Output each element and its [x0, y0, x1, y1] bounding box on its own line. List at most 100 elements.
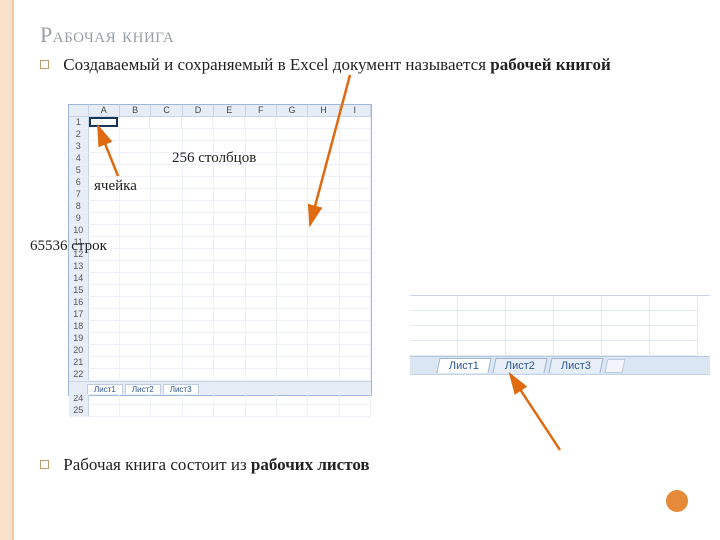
cell[interactable]	[277, 249, 308, 261]
cell[interactable]	[308, 129, 339, 141]
cell[interactable]	[183, 345, 214, 357]
cell[interactable]	[308, 237, 339, 249]
cell[interactable]	[277, 177, 308, 189]
cell[interactable]	[246, 261, 277, 273]
row-header[interactable]: 10	[69, 225, 89, 237]
cell[interactable]	[214, 285, 245, 297]
cell[interactable]	[151, 333, 182, 345]
cell[interactable]	[151, 213, 182, 225]
cell[interactable]	[340, 213, 371, 225]
cell[interactable]	[214, 213, 245, 225]
cell[interactable]	[183, 213, 214, 225]
cell[interactable]	[89, 321, 120, 333]
cell[interactable]	[89, 153, 120, 165]
cell[interactable]	[89, 369, 120, 381]
cell[interactable]	[89, 225, 120, 237]
cell[interactable]	[340, 177, 371, 189]
cell[interactable]	[151, 345, 182, 357]
cell[interactable]	[120, 249, 151, 261]
cell[interactable]	[340, 249, 371, 261]
cell[interactable]	[277, 285, 308, 297]
cell[interactable]	[277, 309, 308, 321]
sheet-tab[interactable]: Лист1	[87, 384, 123, 394]
cell[interactable]	[214, 249, 245, 261]
sheet-tab[interactable]: Лист1	[436, 358, 491, 373]
cell[interactable]	[214, 309, 245, 321]
cell[interactable]	[183, 225, 214, 237]
cell[interactable]	[214, 333, 245, 345]
cell[interactable]	[120, 153, 151, 165]
cell[interactable]	[340, 333, 371, 345]
cell[interactable]	[246, 321, 277, 333]
row-header[interactable]: 6	[69, 177, 89, 189]
cell[interactable]	[214, 297, 245, 309]
cell[interactable]	[340, 273, 371, 285]
cell[interactable]	[183, 201, 214, 213]
cell[interactable]	[120, 273, 151, 285]
cell[interactable]	[89, 357, 120, 369]
cell[interactable]	[183, 237, 214, 249]
cell[interactable]	[89, 129, 120, 141]
cell[interactable]	[340, 165, 371, 177]
cell[interactable]	[245, 117, 277, 129]
cell[interactable]	[183, 357, 214, 369]
cell[interactable]	[151, 285, 182, 297]
cell[interactable]	[246, 237, 277, 249]
cell[interactable]	[340, 369, 371, 381]
cell[interactable]	[120, 345, 151, 357]
cell[interactable]	[340, 261, 371, 273]
cell[interactable]	[89, 405, 120, 417]
row-header[interactable]: 3	[69, 141, 89, 153]
col-header[interactable]: G	[277, 105, 308, 117]
cell[interactable]	[120, 213, 151, 225]
cell[interactable]	[308, 405, 339, 417]
cell[interactable]	[183, 177, 214, 189]
cell[interactable]	[151, 321, 182, 333]
cell[interactable]	[151, 237, 182, 249]
cell[interactable]	[246, 285, 277, 297]
cell[interactable]	[151, 405, 182, 417]
cell[interactable]	[277, 357, 308, 369]
cell[interactable]	[277, 213, 308, 225]
cell[interactable]	[120, 297, 151, 309]
cell[interactable]	[214, 273, 245, 285]
cell[interactable]	[277, 153, 308, 165]
cell[interactable]	[151, 249, 182, 261]
cell[interactable]	[214, 261, 245, 273]
cell[interactable]	[277, 225, 308, 237]
row-header[interactable]: 14	[69, 273, 89, 285]
cell[interactable]	[246, 213, 277, 225]
cell[interactable]	[151, 201, 182, 213]
cell[interactable]	[308, 369, 339, 381]
cell[interactable]	[308, 189, 339, 201]
cell[interactable]	[277, 165, 308, 177]
cell[interactable]	[246, 177, 277, 189]
cell[interactable]	[277, 321, 308, 333]
cell[interactable]	[89, 273, 120, 285]
cell[interactable]	[246, 357, 277, 369]
cell[interactable]	[308, 309, 339, 321]
cell[interactable]	[277, 201, 308, 213]
cell[interactable]	[340, 405, 371, 417]
cell[interactable]	[277, 129, 308, 141]
cell[interactable]	[308, 321, 339, 333]
cell[interactable]	[277, 273, 308, 285]
cell[interactable]	[340, 345, 371, 357]
row-header[interactable]: 13	[69, 261, 89, 273]
cell[interactable]	[246, 405, 277, 417]
cell[interactable]	[214, 237, 245, 249]
cell[interactable]	[183, 321, 214, 333]
cell[interactable]	[246, 345, 277, 357]
cell[interactable]	[246, 201, 277, 213]
col-header[interactable]: E	[214, 105, 245, 117]
row-header[interactable]: 5	[69, 165, 89, 177]
cell[interactable]	[183, 189, 214, 201]
cell[interactable]	[308, 297, 339, 309]
row-header[interactable]: 20	[69, 345, 89, 357]
cell[interactable]	[246, 189, 277, 201]
cell[interactable]	[214, 345, 245, 357]
row-header[interactable]: 25	[69, 405, 89, 417]
cell[interactable]	[277, 405, 308, 417]
cell[interactable]	[120, 165, 151, 177]
cell[interactable]	[340, 201, 371, 213]
